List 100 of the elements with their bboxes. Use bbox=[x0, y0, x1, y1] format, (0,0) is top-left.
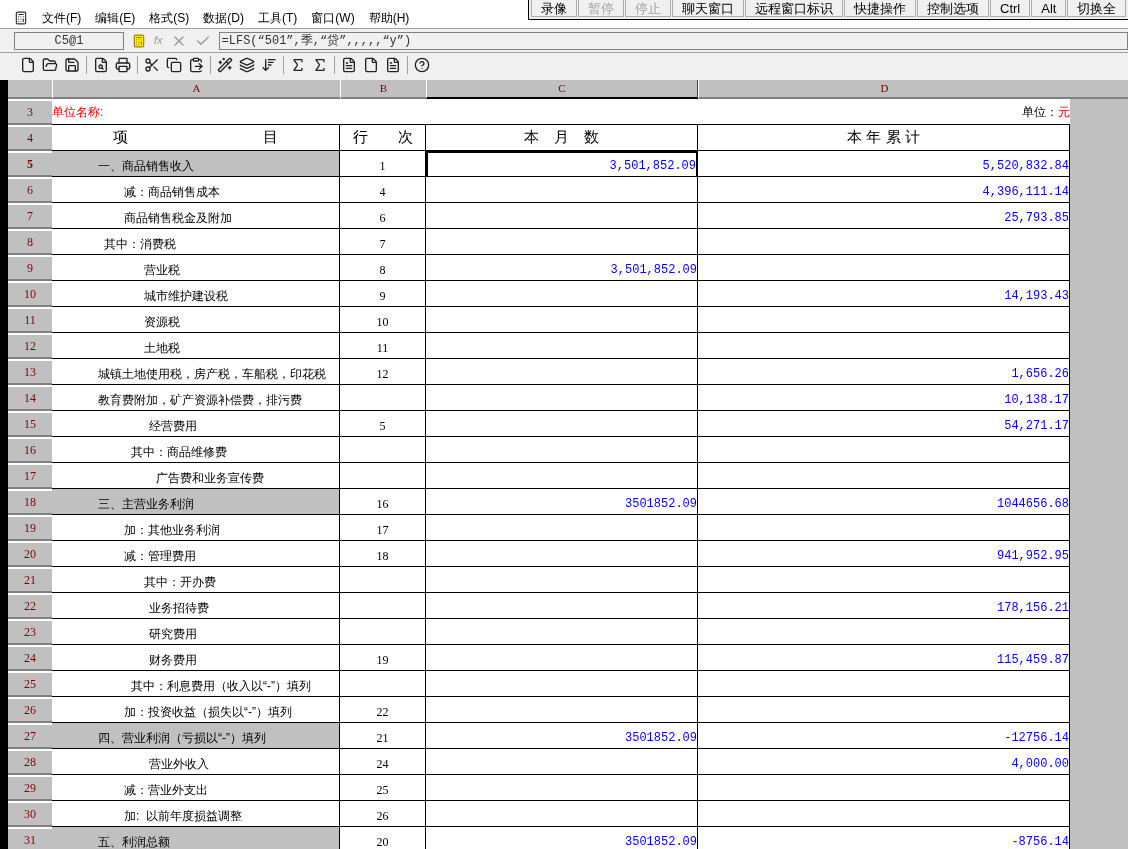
year-amount-cell[interactable] bbox=[698, 775, 1070, 801]
row-header[interactable]: 27 bbox=[8, 723, 52, 749]
year-amount-cell[interactable] bbox=[698, 255, 1070, 281]
row-header[interactable]: 3 bbox=[8, 99, 52, 125]
year-amount-cell[interactable]: -8756.14 bbox=[698, 827, 1070, 849]
year-amount-cell[interactable]: 4,396,111.14 bbox=[698, 177, 1070, 203]
sum-icon[interactable] bbox=[290, 56, 306, 73]
row-header[interactable]: 14 bbox=[8, 385, 52, 411]
month-amount-cell[interactable] bbox=[426, 385, 698, 411]
month-amount-cell[interactable] bbox=[426, 775, 698, 801]
new-file-icon[interactable] bbox=[20, 56, 36, 73]
row-header[interactable]: 12 bbox=[8, 333, 52, 359]
month-amount-cell[interactable] bbox=[426, 593, 698, 619]
month-amount-cell[interactable] bbox=[426, 333, 698, 359]
year-amount-cell[interactable] bbox=[698, 333, 1070, 359]
month-amount-cell[interactable] bbox=[426, 515, 698, 541]
help-icon[interactable] bbox=[414, 56, 430, 73]
column-header[interactable]: C bbox=[426, 80, 698, 99]
menu-item[interactable]: 数据(D) bbox=[203, 9, 244, 27]
sort-icon[interactable] bbox=[261, 56, 277, 73]
month-amount-cell[interactable] bbox=[426, 671, 698, 697]
month-amount-cell[interactable]: 3501852.09 bbox=[426, 489, 698, 515]
document-icon[interactable] bbox=[363, 56, 379, 73]
print-preview-icon[interactable] bbox=[93, 56, 109, 73]
menu-item[interactable]: 编辑(E) bbox=[95, 9, 136, 27]
month-amount-cell[interactable]: 3,501,852.09 bbox=[426, 151, 698, 177]
remote-toolbar-button[interactable]: 切换全 bbox=[1067, 0, 1127, 17]
page-icon[interactable] bbox=[341, 56, 357, 73]
year-amount-cell[interactable]: 5,520,832.84 bbox=[698, 151, 1070, 177]
row-header[interactable]: 7 bbox=[8, 203, 52, 229]
year-amount-cell[interactable] bbox=[698, 697, 1070, 723]
app-icon[interactable] bbox=[14, 11, 28, 25]
year-amount-cell[interactable] bbox=[698, 437, 1070, 463]
month-amount-cell[interactable] bbox=[426, 411, 698, 437]
row-header[interactable]: 26 bbox=[8, 697, 52, 723]
column-header[interactable]: B bbox=[340, 80, 426, 99]
month-amount-cell[interactable] bbox=[426, 177, 698, 203]
year-amount-cell[interactable]: 54,271.17 bbox=[698, 411, 1070, 437]
column-header[interactable]: D bbox=[698, 80, 1070, 99]
month-amount-cell[interactable]: 3,501,852.09 bbox=[426, 255, 698, 281]
menu-item[interactable]: 文件(F) bbox=[42, 9, 82, 27]
month-amount-cell[interactable] bbox=[426, 567, 698, 593]
year-amount-cell[interactable]: 115,459.87 bbox=[698, 645, 1070, 671]
remote-toolbar-button[interactable]: 录像 bbox=[531, 0, 577, 17]
year-amount-cell[interactable]: 14,193.43 bbox=[698, 281, 1070, 307]
remote-toolbar-button[interactable]: 控制选项 bbox=[917, 0, 989, 17]
month-amount-cell[interactable] bbox=[426, 541, 698, 567]
row-header[interactable]: 30 bbox=[8, 801, 52, 827]
save-icon[interactable] bbox=[64, 56, 80, 73]
row-header[interactable]: 18 bbox=[8, 489, 52, 515]
cut-icon[interactable] bbox=[144, 56, 160, 73]
month-amount-cell[interactable] bbox=[426, 307, 698, 333]
row-header[interactable]: 10 bbox=[8, 281, 52, 307]
year-amount-cell[interactable]: 941,952.95 bbox=[698, 541, 1070, 567]
menu-item[interactable]: 格式(S) bbox=[149, 9, 190, 27]
month-amount-cell[interactable] bbox=[426, 281, 698, 307]
wand-icon[interactable] bbox=[217, 56, 233, 73]
year-amount-cell[interactable] bbox=[698, 229, 1070, 255]
year-amount-cell[interactable]: 25,793.85 bbox=[698, 203, 1070, 229]
column-header[interactable]: A bbox=[52, 80, 340, 99]
row-header[interactable]: 23 bbox=[8, 619, 52, 645]
month-amount-cell[interactable]: 3501852.09 bbox=[426, 723, 698, 749]
year-amount-cell[interactable] bbox=[698, 463, 1070, 489]
row-header[interactable]: 17 bbox=[8, 463, 52, 489]
formula-field[interactable]: =LFS(“501”,季,“贷”,,,,,“y”) bbox=[218, 31, 1128, 50]
row-header[interactable]: 6 bbox=[8, 177, 52, 203]
row-header[interactable]: 11 bbox=[8, 307, 52, 333]
log-icon[interactable] bbox=[385, 56, 401, 73]
printer-icon[interactable] bbox=[115, 56, 131, 73]
month-amount-cell[interactable] bbox=[426, 437, 698, 463]
row-header[interactable]: 21 bbox=[8, 567, 52, 593]
month-amount-cell[interactable] bbox=[426, 619, 698, 645]
month-amount-cell[interactable] bbox=[426, 359, 698, 385]
year-amount-cell[interactable] bbox=[698, 801, 1070, 827]
row-header[interactable]: 29 bbox=[8, 775, 52, 801]
row-header[interactable]: 16 bbox=[8, 437, 52, 463]
year-amount-cell[interactable]: -12756.14 bbox=[698, 723, 1070, 749]
row-header[interactable]: 28 bbox=[8, 749, 52, 775]
year-amount-cell[interactable]: 4,000.00 bbox=[698, 749, 1070, 775]
copy-icon[interactable] bbox=[166, 56, 182, 73]
row-header[interactable]: 19 bbox=[8, 515, 52, 541]
row-header[interactable]: 25 bbox=[8, 671, 52, 697]
remote-toolbar-button[interactable]: Ctrl bbox=[990, 0, 1031, 17]
year-amount-cell[interactable] bbox=[698, 619, 1070, 645]
paste-icon[interactable] bbox=[188, 56, 204, 73]
month-amount-cell[interactable] bbox=[426, 229, 698, 255]
remote-toolbar-button[interactable]: 远程窗口标识 bbox=[745, 0, 843, 17]
row-header[interactable]: 20 bbox=[8, 541, 52, 567]
layers-icon[interactable] bbox=[239, 56, 255, 73]
menu-item[interactable]: 工具(T) bbox=[258, 9, 298, 27]
row-header[interactable]: 4 bbox=[8, 125, 52, 151]
year-amount-cell[interactable]: 10,138.17 bbox=[698, 385, 1070, 411]
row-header[interactable]: 13 bbox=[8, 359, 52, 385]
month-amount-cell[interactable] bbox=[426, 697, 698, 723]
month-amount-cell[interactable] bbox=[426, 463, 698, 489]
remote-toolbar-button[interactable]: 快捷操作 bbox=[844, 0, 916, 17]
year-amount-cell[interactable] bbox=[698, 567, 1070, 593]
year-amount-cell[interactable] bbox=[698, 671, 1070, 697]
menu-item[interactable]: 窗口(W) bbox=[311, 9, 355, 27]
row-header[interactable]: 24 bbox=[8, 645, 52, 671]
